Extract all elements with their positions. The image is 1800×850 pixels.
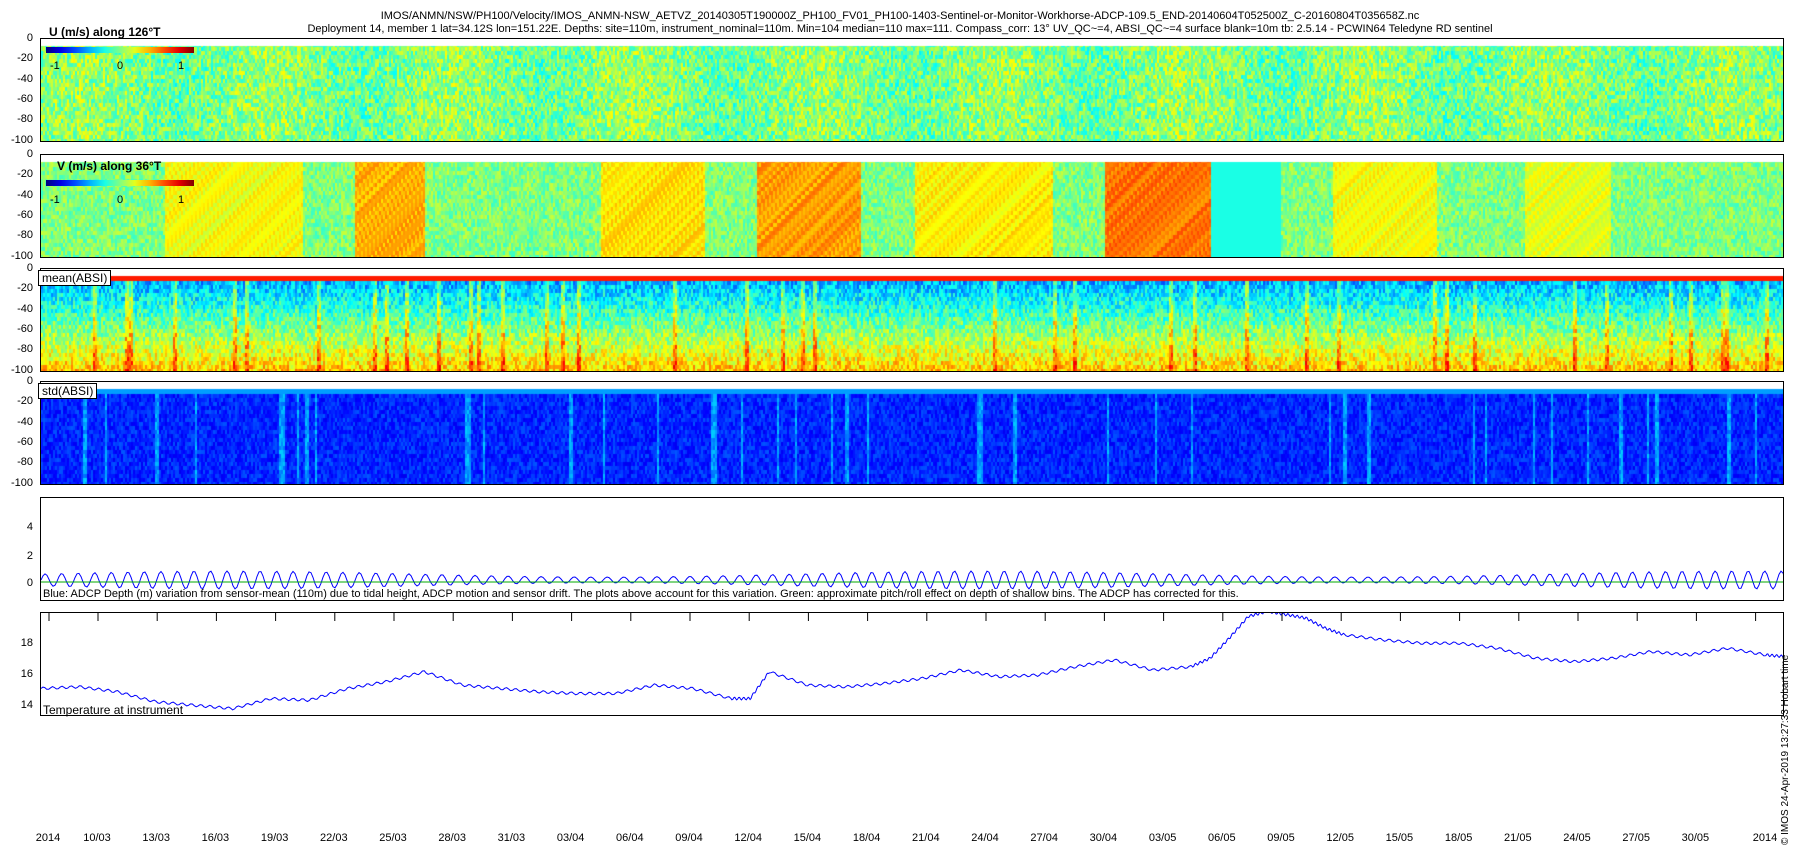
time-tick-label: 09/05 <box>1267 832 1295 844</box>
temperature-panel <box>40 612 1784 716</box>
time-tick-label: 13/03 <box>142 832 170 844</box>
figure-title: IMOS/ANMN/NSW/PH100/Velocity/IMOS_ANMN-N… <box>0 10 1800 36</box>
depth-tick-label: -60 <box>17 322 33 335</box>
std-absi-heatmap <box>41 382 1783 484</box>
adcp-depth-panel <box>40 497 1784 601</box>
u-heatmap-panel <box>40 38 1784 142</box>
depth-tick-label: -100 <box>10 133 33 146</box>
v-heatmap-panel <box>40 154 1784 258</box>
u-heatmap <box>41 39 1783 141</box>
time-tick-label: 24/05 <box>1563 832 1591 844</box>
timestamp-side-note: © IMOS 24-Apr-2019 13:27:33 Hobart time <box>1780 654 1791 845</box>
std-absi-label: std(ABSI) <box>38 383 98 399</box>
time-tick-label: 18/05 <box>1444 832 1473 844</box>
depth-tick-label: 0 <box>26 148 33 160</box>
v-panel-label: V (m/s) along 36°T <box>57 159 162 173</box>
depth-ytick-4: 4 <box>26 521 33 533</box>
time-tick-label: 15/05 <box>1385 832 1414 844</box>
depth-tick-label: 0 <box>26 32 33 44</box>
v-cbar-tick-max: 1 <box>178 194 185 206</box>
u-panel-label: U (m/s) along 126°T <box>49 25 161 39</box>
time-tick-label: 21/05 <box>1504 832 1532 844</box>
depth-tick-label: -80 <box>17 343 33 356</box>
depth-tick-label: -40 <box>17 188 33 201</box>
v-cbar-tick-min: -1 <box>50 194 60 206</box>
adcp-depth-line <box>41 570 1783 590</box>
time-tick-label: 09/04 <box>675 832 703 844</box>
depth-tick-label: -100 <box>10 249 33 262</box>
temp-ytick-14: 14 <box>20 699 33 711</box>
time-tick-label: 22/03 <box>320 832 348 844</box>
u-cbar-tick-min: -1 <box>50 60 60 72</box>
depth-tick-label: -40 <box>17 415 33 428</box>
mean-absi-heatmap <box>41 269 1783 371</box>
time-tick-label: 30/05 <box>1681 832 1710 844</box>
time-tick-label: 10/03 <box>83 832 111 844</box>
depth-tick-label: -80 <box>17 113 33 126</box>
v-cbar-tick-mid: 0 <box>117 194 124 206</box>
depth-tick-label: -40 <box>17 72 33 85</box>
depth-tick-label: 0 <box>26 375 33 387</box>
time-tick-label: 16/03 <box>201 832 230 844</box>
title-line-1: IMOS/ANMN/NSW/PH100/Velocity/IMOS_ANMN-N… <box>380 10 1420 22</box>
u-cbar-tick-mid: 0 <box>117 60 124 72</box>
time-tick-label: 27/04 <box>1030 832 1058 844</box>
temperature-plot <box>41 613 1783 711</box>
depth-ytick-0: 0 <box>26 577 33 589</box>
adcp-depth-caption: Blue: ADCP Depth (m) variation from sens… <box>43 588 1239 600</box>
time-tick-label: 19/03 <box>260 832 289 844</box>
depth-tick-label: -40 <box>17 302 33 315</box>
title-line-2: Deployment 14, member 1 lat=34.12S lon=1… <box>307 23 1493 35</box>
time-tick-label: 03/05 <box>1148 832 1177 844</box>
depth-tick-label: -100 <box>10 363 33 376</box>
time-tick-label: 25/03 <box>379 832 407 844</box>
depth-ytick-2: 2 <box>26 550 33 562</box>
temp-ytick-18: 18 <box>20 637 33 649</box>
mean-absi-label: mean(ABSI) <box>38 270 112 286</box>
depth-tick-label: -20 <box>17 395 33 408</box>
temperature-line <box>41 613 1783 711</box>
time-tick-label: 2014 <box>35 832 61 844</box>
time-tick-label: 18/04 <box>852 832 881 844</box>
time-tick-label: 2014 <box>1752 832 1778 844</box>
adcp-depth-plot <box>41 570 1783 590</box>
depth-tick-label: -80 <box>17 456 33 469</box>
depth-tick-label: 0 <box>26 262 33 274</box>
time-tick-label: 06/05 <box>1208 832 1236 844</box>
v-heatmap <box>41 155 1783 257</box>
time-tick-label: 06/04 <box>616 832 644 844</box>
depth-tick-label: -20 <box>17 52 33 65</box>
temperature-caption: Temperature at instrument <box>43 703 184 717</box>
mean-absi-panel <box>40 268 1784 372</box>
time-tick-label: 30/04 <box>1089 832 1118 844</box>
depth-tick-label: -100 <box>10 476 33 489</box>
time-tick-label: 21/04 <box>912 832 940 844</box>
time-tick-label: 12/04 <box>734 832 762 844</box>
time-tick-label: 15/04 <box>793 832 822 844</box>
time-tick-label: 28/03 <box>438 832 466 844</box>
std-absi-panel <box>40 381 1784 485</box>
time-tick-label: 31/03 <box>497 832 526 844</box>
time-tick-label: 27/05 <box>1622 832 1650 844</box>
u-cbar-tick-max: 1 <box>178 60 185 72</box>
u-colorbar <box>46 47 194 53</box>
time-tick-label: 03/04 <box>556 832 585 844</box>
v-colorbar <box>46 180 194 186</box>
depth-tick-label: -60 <box>17 435 33 448</box>
depth-tick-label: -20 <box>17 168 33 181</box>
time-tick-label: 12/05 <box>1326 832 1354 844</box>
temp-ytick-16: 16 <box>20 668 33 680</box>
depth-tick-label: -80 <box>17 229 33 242</box>
depth-tick-label: -20 <box>17 282 33 295</box>
depth-tick-label: -60 <box>17 208 33 221</box>
time-tick-label: 24/04 <box>971 832 999 844</box>
depth-tick-label: -60 <box>17 92 33 105</box>
